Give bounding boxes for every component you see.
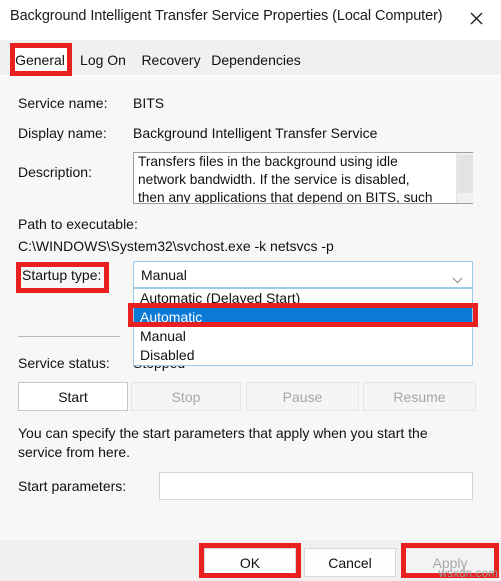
tab-general-label: General xyxy=(15,51,65,68)
close-glyph xyxy=(470,12,482,24)
description-text: Transfers files in the background using … xyxy=(138,154,433,204)
dropdown-option-disabled[interactable]: Disabled xyxy=(134,346,472,365)
service-properties-dialog: Background Intelligent Transfer Service … xyxy=(0,0,501,581)
ok-button[interactable]: OK xyxy=(204,548,296,577)
resume-service-label: Resume xyxy=(393,388,446,405)
description-textbox[interactable]: Transfers files in the background using … xyxy=(133,152,473,204)
start-service-label: Start xyxy=(58,388,88,405)
chevron-down-icon xyxy=(452,271,463,289)
tab-log-on-label: Log On xyxy=(80,51,126,68)
watermark: wsxdn.com xyxy=(438,568,498,580)
tab-strip: General Log On Recovery Dependencies xyxy=(0,40,501,76)
path-to-executable-label: Path to executable: xyxy=(18,216,138,232)
dialog-footer: OK Cancel Apply xyxy=(0,540,501,581)
resume-service-button: Resume xyxy=(363,382,476,411)
pause-service-button: Pause xyxy=(246,382,359,411)
tab-log-on[interactable]: Log On xyxy=(72,44,134,75)
startup-type-value: Manual xyxy=(141,266,187,283)
tab-recovery[interactable]: Recovery xyxy=(136,44,206,75)
tab-dependencies-label: Dependencies xyxy=(211,51,301,68)
description-scrollbar[interactable] xyxy=(456,153,473,203)
start-parameters-input[interactable] xyxy=(160,473,472,499)
start-parameters-hint: You can specify the start parameters tha… xyxy=(18,425,428,460)
service-status-label: Service status: xyxy=(18,355,110,371)
startup-type-dropdown-list[interactable]: Automatic (Delayed Start) Automatic Manu… xyxy=(133,288,473,366)
start-parameters-label: Start parameters: xyxy=(18,478,127,494)
service-name-label: Service name: xyxy=(18,95,108,111)
stop-service-label: Stop xyxy=(171,388,201,405)
window-title: Background Intelligent Transfer Service … xyxy=(10,8,443,24)
start-parameters-field[interactable] xyxy=(159,472,473,500)
tab-dependencies[interactable]: Dependencies xyxy=(208,44,304,75)
startup-type-label: Startup type: xyxy=(22,267,102,283)
description-scroll-thumb[interactable] xyxy=(458,155,473,193)
dropdown-option-manual[interactable]: Manual xyxy=(134,327,472,346)
dropdown-option-automatic[interactable]: Automatic xyxy=(134,308,472,327)
startup-type-combobox[interactable]: Manual xyxy=(133,261,473,288)
section-divider xyxy=(18,336,120,337)
ok-button-label: OK xyxy=(239,554,261,571)
stop-service-button: Stop xyxy=(131,382,241,411)
service-name-value: BITS xyxy=(133,95,165,111)
cancel-button-label: Cancel xyxy=(328,554,372,571)
chevron-down-glyph xyxy=(452,277,463,284)
path-to-executable-value: C:\WINDOWS\System32\svchost.exe -k netsv… xyxy=(18,238,334,254)
tab-recovery-label: Recovery xyxy=(141,51,201,68)
start-service-button[interactable]: Start xyxy=(18,382,128,411)
cancel-button[interactable]: Cancel xyxy=(304,548,396,577)
title-bar: Background Intelligent Transfer Service … xyxy=(0,0,501,38)
display-name-value: Background Intelligent Transfer Service xyxy=(133,125,378,141)
pause-service-label: Pause xyxy=(282,388,323,405)
description-label: Description: xyxy=(18,164,92,180)
tab-general[interactable]: General xyxy=(10,44,70,75)
dropdown-option-automatic-delayed-start[interactable]: Automatic (Delayed Start) xyxy=(134,289,472,308)
close-icon[interactable] xyxy=(455,3,497,33)
display-name-label: Display name: xyxy=(18,125,107,141)
general-tab-panel: Service name: BITS Display name: Backgro… xyxy=(0,75,501,541)
